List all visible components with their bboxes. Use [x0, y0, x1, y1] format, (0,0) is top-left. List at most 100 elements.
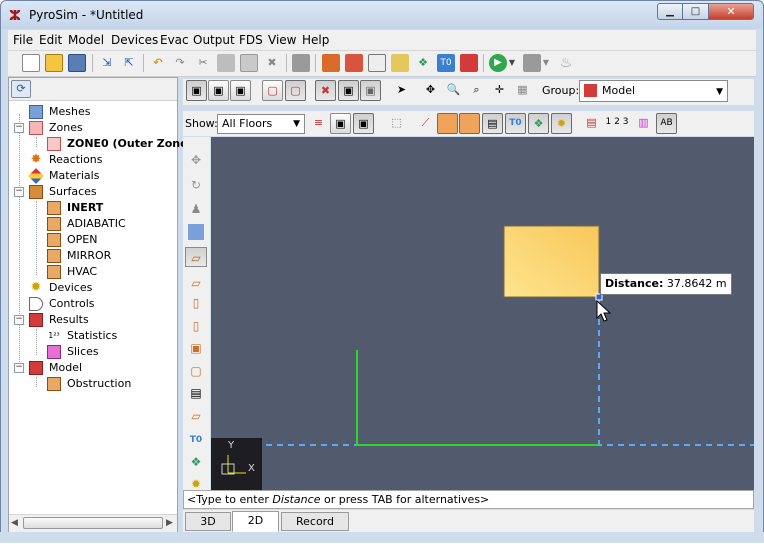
tree-item-statistics[interactable]: 1²³ Statistics: [9, 328, 177, 344]
tree-item-zones[interactable]: − Zones: [9, 120, 177, 136]
tab-3d-view[interactable]: 3D View: [185, 512, 231, 545]
show-statistics-icon[interactable]: 1 2 3: [604, 113, 630, 134]
vent-tool-icon[interactable]: [345, 54, 363, 72]
cut-icon[interactable]: ✂: [194, 54, 212, 72]
paste-icon[interactable]: [240, 54, 258, 72]
center-icon[interactable]: ✛: [489, 80, 510, 101]
collapse-icon[interactable]: −: [14, 315, 24, 325]
menu-evac[interactable]: Evac: [160, 33, 189, 47]
tab-2d-view[interactable]: 2D View: [232, 511, 279, 544]
draw-vent-icon[interactable]: ▱: [185, 406, 207, 426]
floor-image-icon[interactable]: ▣: [353, 113, 374, 134]
tab-record-view[interactable]: Record View: [281, 512, 349, 545]
tree-item-model[interactable]: − Model: [9, 360, 177, 376]
draw-t0-icon[interactable]: T0: [185, 430, 207, 450]
hide-obstructions-icon[interactable]: ✖: [315, 80, 336, 101]
draw-slab-2-icon[interactable]: ▱: [185, 273, 207, 293]
show-notes-icon[interactable]: ▤: [482, 113, 503, 134]
model-tool-icon[interactable]: [460, 54, 478, 72]
edit-tool-icon[interactable]: [391, 54, 409, 72]
tree-item-meshes[interactable]: Meshes: [9, 104, 177, 120]
obstruction-block[interactable]: [503, 225, 600, 298]
obstruction-tool-icon[interactable]: [322, 54, 340, 72]
tree-item-reactions[interactable]: ✸ Reactions: [9, 152, 177, 168]
tree-horizontal-scrollbar[interactable]: ◀ ▶: [9, 514, 177, 532]
scroll-left-icon[interactable]: ◀: [11, 518, 18, 528]
draw-mesh-icon[interactable]: [188, 224, 204, 240]
wireframe-icon[interactable]: ▣: [338, 80, 359, 101]
orbit-icon[interactable]: ✥: [185, 150, 207, 170]
tree-item-surfaces[interactable]: − Surfaces: [9, 184, 177, 200]
devices-tool-icon[interactable]: ❖: [414, 54, 432, 72]
menu-view[interactable]: View: [268, 33, 296, 47]
menu-model[interactable]: Model: [68, 33, 104, 47]
properties-icon[interactable]: [292, 54, 310, 72]
show-floors-select[interactable]: All Floors ▼: [217, 114, 305, 134]
draw-sprinkler-icon[interactable]: ✹: [185, 474, 207, 490]
tree-item-results[interactable]: − Results: [9, 312, 177, 328]
tree-item-open[interactable]: OPEN: [9, 232, 177, 248]
group-select[interactable]: Model ▼: [579, 80, 728, 102]
draw-room-icon[interactable]: ▢: [185, 361, 207, 381]
results-dropdown-icon[interactable]: ▼: [541, 54, 551, 72]
tree-item-hvac[interactable]: HVAC: [9, 264, 177, 280]
draw-slab-icon[interactable]: ▱: [185, 247, 207, 267]
tree-item-adiabatic[interactable]: ADIABATIC: [9, 216, 177, 232]
new-file-icon[interactable]: [22, 54, 40, 72]
copy-icon[interactable]: [217, 54, 235, 72]
draw-note-icon[interactable]: ▤: [185, 383, 207, 403]
results-icon[interactable]: [523, 54, 541, 72]
scroll-thumb[interactable]: [23, 517, 163, 529]
show-holes-icon[interactable]: [459, 113, 480, 134]
fire-icon[interactable]: ♨: [557, 54, 575, 72]
tree-item-obstruction[interactable]: Obstruction: [9, 376, 177, 392]
tree-item-devices[interactable]: ✹ Devices: [9, 280, 177, 296]
show-labels-icon[interactable]: AB: [656, 113, 677, 134]
menu-file[interactable]: File: [13, 33, 33, 47]
view-reset-icon[interactable]: ▣: [186, 80, 207, 101]
draw-block-icon[interactable]: ▣: [185, 338, 207, 358]
2d-model-canvas[interactable]: Distance: 37.8642 m Y X: [211, 137, 754, 490]
select-tool-icon[interactable]: ➤: [391, 80, 412, 101]
bounding-box-icon[interactable]: ⬚: [386, 113, 407, 134]
roll-icon[interactable]: ↻: [185, 175, 207, 195]
pan-tool-icon[interactable]: ✥: [420, 80, 441, 101]
menu-help[interactable]: Help: [302, 33, 329, 47]
draw-device-icon[interactable]: ❖: [185, 452, 207, 472]
zoom-region-icon[interactable]: ⌕: [466, 80, 487, 101]
minimize-button[interactable]: ▁: [657, 3, 683, 20]
tree-item-inert[interactable]: INERT: [9, 200, 177, 216]
tree-item-zone0[interactable]: ZONE0 (Outer Zone): [9, 136, 193, 152]
run-dropdown-icon[interactable]: ▼: [507, 54, 517, 72]
show-slices-plane-icon[interactable]: ▥: [633, 113, 654, 134]
maximize-button[interactable]: □: [682, 3, 709, 20]
show-zones-icon[interactable]: ▤: [581, 113, 602, 134]
tree-item-materials[interactable]: Materials: [9, 168, 177, 184]
show-devices-icon[interactable]: ❖: [528, 113, 549, 134]
show-sprinklers-icon[interactable]: ✹: [551, 113, 572, 134]
view-top-icon[interactable]: ▣: [208, 80, 229, 101]
close-button[interactable]: ✕: [708, 3, 754, 20]
run-icon[interactable]: ▶: [489, 54, 507, 72]
draw-wall-icon[interactable]: ▯: [185, 293, 207, 313]
surface-tool-icon[interactable]: [368, 54, 386, 72]
zoom-tool-icon[interactable]: 🔍: [443, 80, 464, 101]
delete-icon[interactable]: ✖: [263, 54, 281, 72]
fly-icon[interactable]: ♟: [185, 199, 207, 219]
redo-icon[interactable]: ↷: [171, 54, 189, 72]
view-front-icon[interactable]: ▣: [230, 80, 251, 101]
command-hint-bar[interactable]: <Type to enter Distance or press TAB for…: [183, 490, 754, 509]
tree-filter-button[interactable]: ⟳: [11, 80, 31, 98]
tree-item-slices[interactable]: Slices: [9, 344, 177, 360]
collapse-icon[interactable]: −: [14, 363, 24, 373]
obstruction-outline-icon[interactable]: ▢: [262, 80, 283, 101]
show-slices-icon[interactable]: ⟋: [415, 113, 436, 134]
import-icon[interactable]: ⇲: [98, 54, 116, 72]
tree-item-controls[interactable]: Controls: [9, 296, 177, 312]
save-icon[interactable]: [68, 54, 86, 72]
show-obstructions-icon[interactable]: [437, 113, 458, 134]
menu-fds[interactable]: FDS: [239, 33, 263, 47]
menu-output[interactable]: Output: [193, 33, 235, 47]
floor-stack-icon[interactable]: ≡: [308, 113, 329, 134]
export-icon[interactable]: ⇱: [120, 54, 138, 72]
